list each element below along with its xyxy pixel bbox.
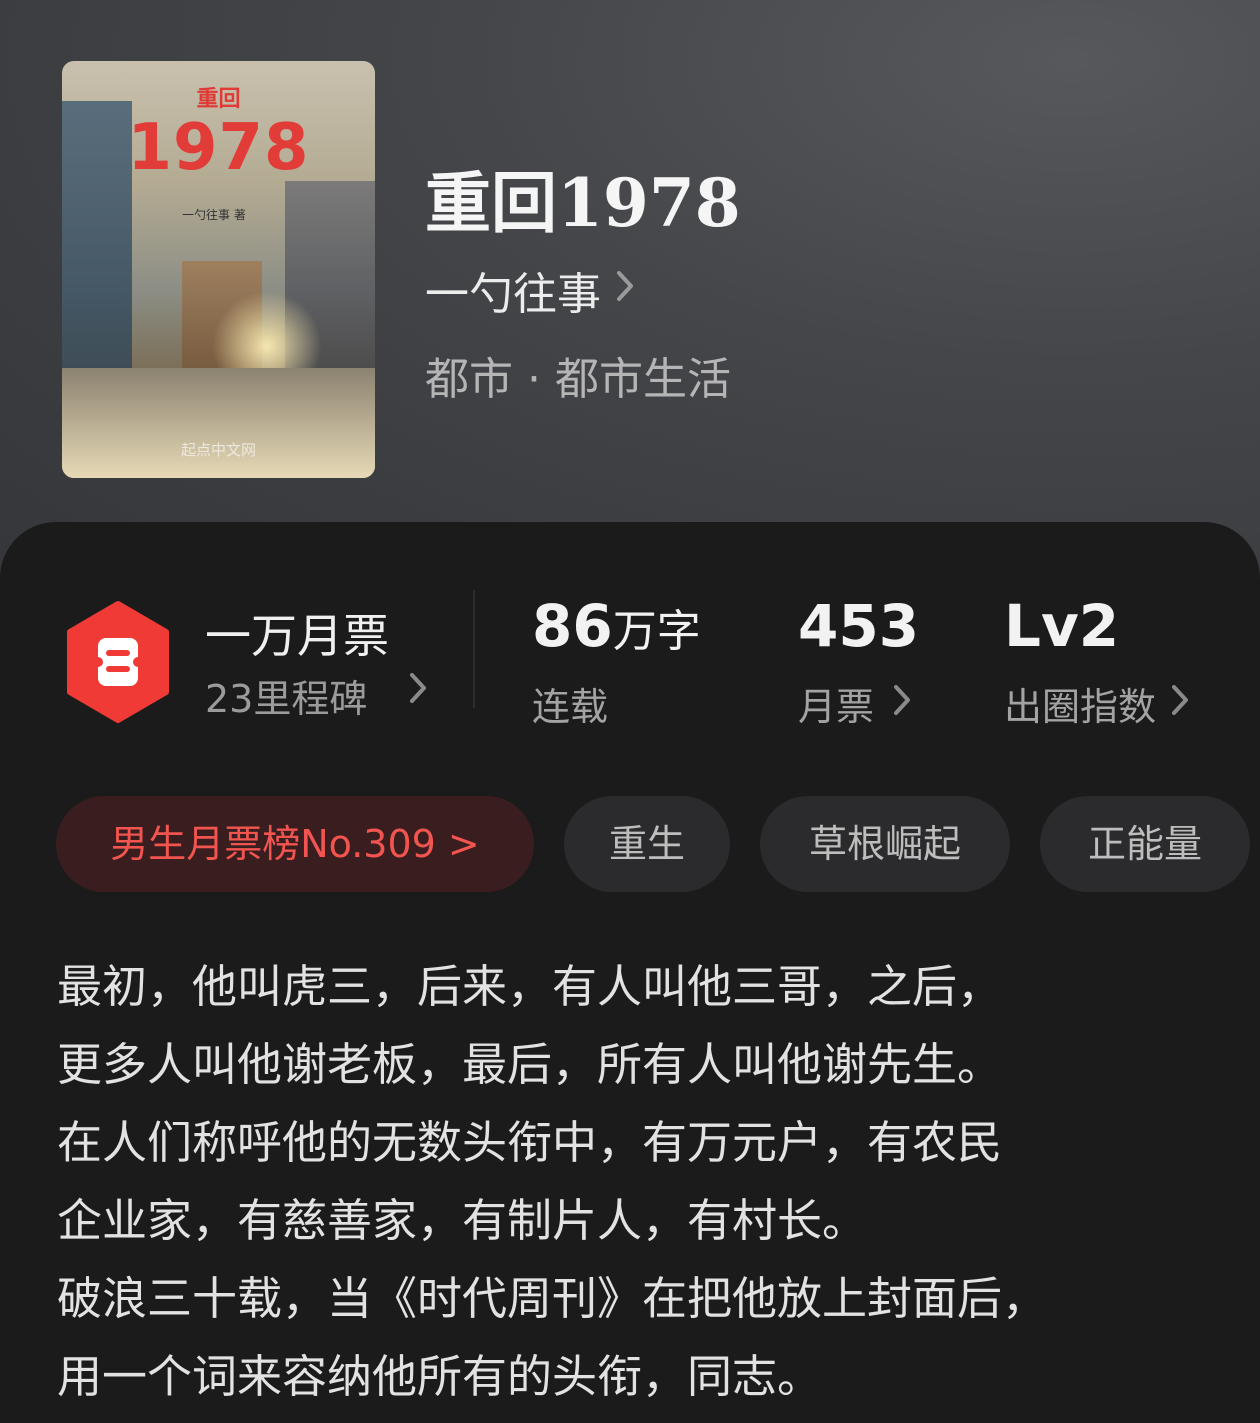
cover-author: 一勺往事 著 [182,208,246,222]
serial-status-label: 连载 [532,685,609,729]
popularity-index-link[interactable]: 出圈指数 [1004,676,1190,731]
description-line: 更多人叫他谢老板，最后，所有人叫他谢先生。 [57,1038,1003,1091]
monthly-votes-value[interactable]: 453 [798,592,919,660]
tag-positive-energy[interactable]: 正能量 [1040,796,1250,892]
description-line: 企业家，有慈善家，有制片人，有村长。 [57,1194,868,1247]
description-line: 破浪三十载，当《时代周刊》在把他放上封面后， [57,1272,1048,1325]
description-line: 用一个词来容纳他所有的头衔，同志。 [57,1350,823,1403]
popularity-level-value[interactable]: Lv2 [1004,592,1119,660]
rank-tag-monthly-votes[interactable]: 男生月票榜No.309 > [56,796,534,892]
tag-rebirth[interactable]: 重生 [564,796,730,892]
book-genre: 都市 · 都市生活 [425,354,731,405]
monthly-ticket-badge-icon[interactable] [62,600,174,724]
ticket-milestone-count[interactable]: 23里程碑 [205,668,367,723]
tag-list: 男生月票榜No.309 > 重生 草根崛起 正能量 [56,796,1260,892]
cover-title-big: 1978 [127,111,310,185]
stats-divider [473,590,475,708]
chevron-right-icon [615,267,635,313]
author-link[interactable]: 一勺往事 [425,258,635,322]
chevron-right-icon [892,682,912,726]
book-title: 重回1978 [425,164,741,242]
chevron-right-icon[interactable] [408,670,428,714]
description-line: 在人们称呼他的无数头衔中，有万元户，有农民 [57,1116,1003,1169]
book-description[interactable]: 最初，他叫虎三，后来，有人叫他三哥，之后， 更多人叫他谢老板，最后，所有人叫他谢… [57,948,1207,1416]
book-cover-image[interactable]: 重回 1978 一勺往事 著 起点中文网 [62,61,375,478]
tag-grassroots-rise[interactable]: 草根崛起 [760,796,1010,892]
monthly-votes-link[interactable]: 月票 [798,676,912,731]
cover-publisher: 起点中文网 [180,441,256,459]
book-header: 重回 1978 一勺往事 著 起点中文网 重回1978 一勺往事 都市 · 都市… [0,0,1260,600]
author-name: 一勺往事 [425,269,601,320]
chevron-right-icon [1170,682,1190,726]
popularity-index-label: 出圈指数 [1004,685,1157,729]
monthly-votes-label: 月票 [798,685,875,729]
word-count-value: 86万字 [532,592,701,660]
description-line: 最初，他叫虎三，后来，有人叫他三哥，之后， [57,960,1003,1013]
cover-title-small: 重回 [196,87,241,112]
cover-art-street [62,368,375,478]
ticket-milestone-title[interactable]: 一万月票 [205,600,389,666]
